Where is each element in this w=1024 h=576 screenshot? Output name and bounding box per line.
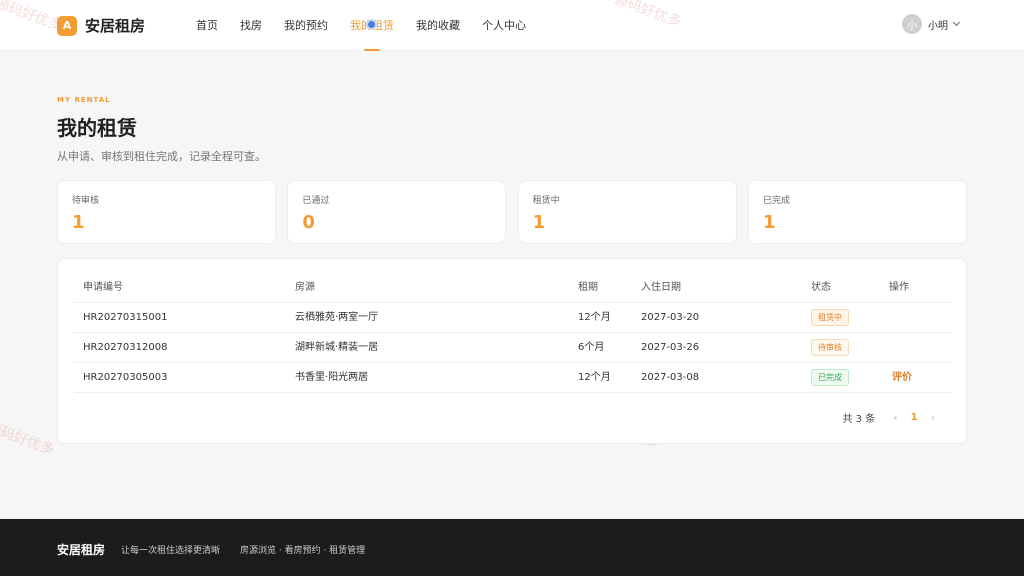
brand-logo[interactable]: A 安居租房 xyxy=(57,15,145,36)
application-id: HR20270315001 xyxy=(83,312,168,323)
rental-table-card: 申请编号 房源 租期 入住日期 状态 操作 HR20270315001 云栖雅苑… xyxy=(57,258,967,444)
column-header-date: 入住日期 xyxy=(641,282,681,293)
review-button[interactable]: 评价 xyxy=(892,372,912,383)
table-row: HR20270315001 云栖雅苑·两室一厅 12个月 2027-03-20 … xyxy=(74,303,952,333)
move-in-date: 2027-03-20 xyxy=(641,312,700,323)
column-header-id: 申请编号 xyxy=(83,282,123,293)
status-badge: 已完成 xyxy=(811,368,849,386)
rental-term: 6个月 xyxy=(578,342,605,353)
rental-term: 12个月 xyxy=(578,372,611,383)
status-cell: 已完成 xyxy=(811,363,849,393)
nav-home[interactable]: 首页 xyxy=(196,0,218,51)
column-header-action: 操作 xyxy=(889,282,909,293)
footer-slogan: 让每一次租住选择更清晰 xyxy=(121,546,221,556)
stat-card-renting: 租赁中 1 xyxy=(517,180,737,244)
page-number[interactable]: 1 xyxy=(911,412,918,423)
logo-badge-icon: A xyxy=(57,15,77,36)
stat-value: 0 xyxy=(302,212,315,233)
house-name: 云栖雅苑·两室一厅 xyxy=(295,312,379,323)
stat-card-completed: 已完成 1 xyxy=(747,180,967,244)
column-header-house: 房源 xyxy=(295,282,315,293)
status-cell: 租赁中 xyxy=(811,303,849,333)
status-badge: 待审核 xyxy=(811,338,849,356)
chevron-down-icon xyxy=(952,18,961,27)
cursor-indicator-icon xyxy=(366,19,377,30)
page-footer: 安居租房 让每一次租住选择更清晰 房源浏览 · 看房预约 · 租赁管理 xyxy=(0,519,1024,576)
page-eyebrow: MY RENTAL xyxy=(57,96,111,104)
stats-row: 待审核 1 已通过 0 租赁中 1 已完成 1 xyxy=(57,180,967,244)
user-menu[interactable]: 小 小明 xyxy=(902,14,961,34)
footer-links: 房源浏览 · 看房预约 · 租赁管理 xyxy=(240,546,366,556)
nav-profile[interactable]: 个人中心 xyxy=(482,0,526,51)
application-id: HR20270305003 xyxy=(83,372,168,383)
stat-card-pending: 待审核 1 xyxy=(57,180,276,244)
stat-card-approved: 已通过 0 xyxy=(287,180,507,244)
page-title: 我的租赁 xyxy=(57,116,137,140)
nav-my-appointments[interactable]: 我的预约 xyxy=(284,0,328,51)
nav-find-house[interactable]: 找房 xyxy=(240,0,262,51)
nav-my-favorites[interactable]: 我的收藏 xyxy=(416,0,460,51)
avatar: 小 xyxy=(902,14,922,34)
column-header-status: 状态 xyxy=(811,282,831,293)
table-header-row: 申请编号 房源 租期 入住日期 状态 操作 xyxy=(74,273,952,303)
rental-term: 12个月 xyxy=(578,312,611,323)
top-header: A 安居租房 首页 找房 我的预约 我的租赁 我的收藏 个人中心 小 小明 xyxy=(0,0,1024,51)
stat-label: 租赁中 xyxy=(532,196,560,206)
rental-table: 申请编号 房源 租期 入住日期 状态 操作 HR20270315001 云栖雅苑… xyxy=(74,273,952,393)
stat-label: 待审核 xyxy=(72,196,100,206)
stat-value: 1 xyxy=(72,212,85,233)
table-row: HR20270312008 湖畔新城·精装一居 6个月 2027-03-26 待… xyxy=(74,333,952,363)
status-cell-action: 评价 xyxy=(889,363,912,393)
user-name: 小明 xyxy=(928,20,948,32)
brand-name: 安居租房 xyxy=(85,17,146,35)
column-header-term: 租期 xyxy=(578,282,598,293)
footer-brand: 安居租房 xyxy=(57,543,106,557)
pagination: 共 3 条 ‹ 1 › xyxy=(842,410,944,425)
house-name: 书香里·阳光两居 xyxy=(295,372,369,383)
stat-label: 已完成 xyxy=(762,196,790,206)
stat-label: 已通过 xyxy=(302,196,330,206)
table-row: HR20270305003 书香里·阳光两居 12个月 2027-03-08 已… xyxy=(74,363,952,393)
status-cell: 待审核 xyxy=(811,333,849,363)
total-count: 共 3 条 xyxy=(842,414,876,425)
house-name: 湖畔新城·精装一居 xyxy=(295,342,379,353)
watermark: 源码好优多 xyxy=(0,419,57,459)
stat-value: 1 xyxy=(532,212,546,233)
move-in-date: 2027-03-26 xyxy=(641,342,700,353)
status-badge: 租赁中 xyxy=(811,308,849,326)
next-page-icon[interactable]: › xyxy=(931,411,935,424)
stat-value: 1 xyxy=(762,212,776,233)
page-subtitle: 从申请、审核到租住完成，记录全程可查。 xyxy=(57,150,266,163)
prev-page-icon[interactable]: ‹ xyxy=(893,411,897,424)
application-id: HR20270312008 xyxy=(83,342,168,353)
move-in-date: 2027-03-08 xyxy=(641,372,700,383)
